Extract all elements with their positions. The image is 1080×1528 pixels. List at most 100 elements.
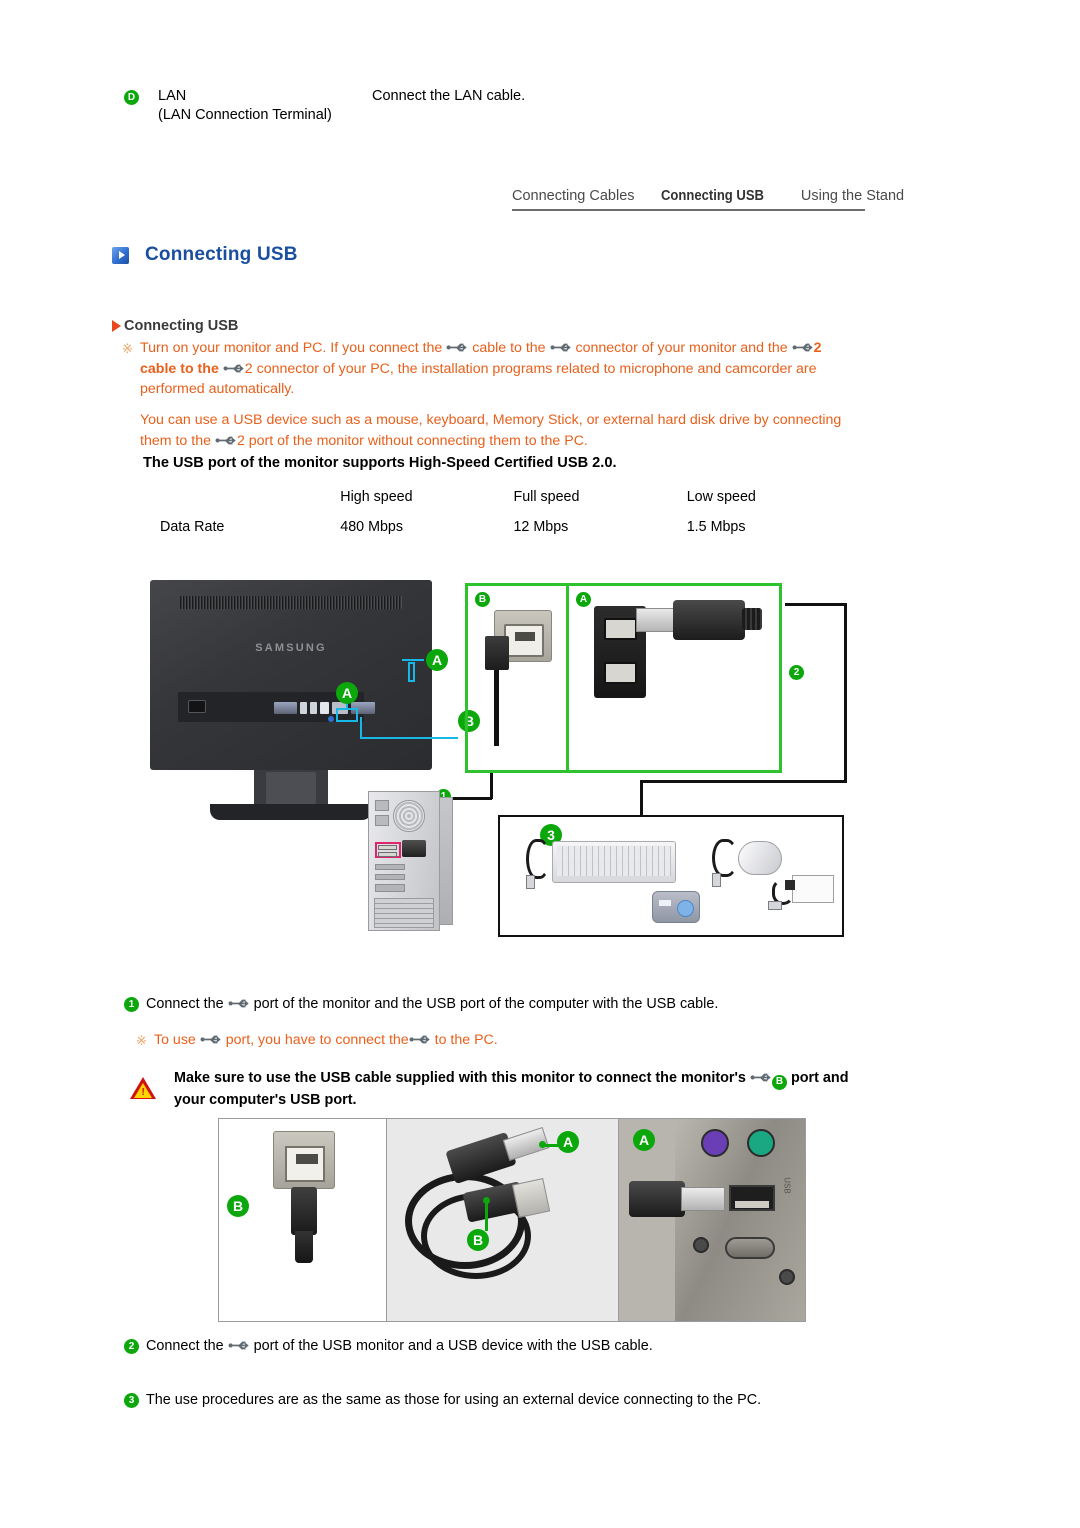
note1-part-b: cable to the (472, 340, 546, 356)
external-hard-drive-illustration (785, 875, 834, 903)
photo2-badge-b: B (467, 1229, 489, 1251)
keyboard-usb-plug (526, 875, 535, 889)
photo3-ps2-keyboard-port (701, 1129, 729, 1157)
tab-connecting-cables[interactable]: Connecting Cables (512, 188, 635, 204)
photo3-badge-a: A (633, 1129, 655, 1151)
photo1-badge-b: B (227, 1195, 249, 1217)
mouse-cable (712, 839, 738, 877)
photo3-serial-port (725, 1237, 775, 1259)
usb-trident-icon (750, 1071, 772, 1084)
usb-connection-diagram: SAMSUNG A A B B A 1 2 3 (140, 565, 860, 965)
warning-block: ! Make sure to use the USB cable supplie… (130, 1068, 870, 1111)
wire-a-right (785, 603, 847, 606)
badge-step-2: 2 (789, 665, 804, 680)
table-header-blank (160, 482, 340, 512)
lan-subtitle: (LAN Connection Terminal) (158, 107, 332, 123)
camera-illustration (652, 891, 700, 923)
table-cell-low-speed: 1.5 Mbps (686, 519, 746, 535)
photo1-usb-b-plug (291, 1187, 317, 1235)
tower-case (368, 791, 440, 931)
external-drive-usb-plug (768, 901, 782, 910)
callout-line-b-vertical (360, 717, 362, 739)
usb-b-cord (494, 670, 499, 746)
note-to-use-port: ※ To use port, you have to connect the t… (136, 1032, 876, 1048)
usb-trident-icon (409, 1033, 431, 1046)
tower-psu-socket-1 (375, 800, 389, 811)
usb-connector-detail-panel: B A (465, 583, 782, 773)
panel-divider (566, 586, 569, 770)
step-2-badge: 2 (124, 1339, 139, 1354)
monitor-power-socket (188, 700, 206, 713)
photo-pc-rear-panel: USB A (619, 1119, 805, 1321)
usb-trident-icon (550, 341, 572, 354)
wire-b-down (490, 773, 493, 799)
lan-badge-d: D (124, 90, 139, 105)
keyboard-illustration (552, 841, 676, 883)
usb-trident-icon (446, 341, 468, 354)
step-2-part-b: port of the USB monitor and a USB device… (253, 1338, 653, 1354)
warning-text: Make sure to use the USB cable supplied … (174, 1068, 870, 1111)
tab-using-the-stand[interactable]: Using the Stand (801, 188, 904, 204)
photo3-audio-jack (693, 1237, 709, 1253)
monitor-rear-illustration: SAMSUNG (150, 580, 432, 820)
panel-badge-a: A (576, 592, 591, 607)
wire-to-periph (640, 780, 643, 818)
photo2-plug-b-metal (511, 1178, 551, 1218)
monitor-side-usb-highlight (408, 662, 415, 682)
monitor-vent (180, 596, 402, 609)
photo1-usb-b-receptacle (273, 1131, 335, 1189)
table-header-low-speed: Low speed (686, 489, 756, 505)
monitor-stand-pad (266, 772, 316, 804)
monitor-port-row (274, 702, 375, 714)
camera-lens (677, 900, 694, 917)
photo3-usb-plug-metal (681, 1187, 725, 1211)
monitor-brand-logo: SAMSUNG (255, 642, 327, 654)
photo3-usb-plug-body (629, 1181, 685, 1217)
page-title: Connecting USB (112, 244, 298, 266)
monitor-body: SAMSUNG (150, 580, 432, 770)
usb-trident-icon (215, 434, 237, 447)
callout-line-b-horizontal (360, 737, 458, 739)
callout-line-side-a (402, 659, 424, 661)
tower-io-port-c (375, 884, 405, 892)
table-cell-label: Data Rate (160, 519, 225, 535)
note3-part-c: to the PC. (434, 1032, 498, 1048)
note-star-icon: ※ (122, 341, 133, 356)
photo3-usb-port (729, 1185, 775, 1211)
step-2-text: 2 Connect the port of the USB monitor an… (124, 1338, 884, 1354)
step-1-badge: 1 (124, 997, 139, 1012)
usb-trident-icon (228, 1339, 250, 1352)
monitor-usb-b-port (320, 702, 329, 714)
usb-a-plug-strain-relief (742, 608, 762, 630)
note-star-icon: ※ (136, 1033, 147, 1048)
tower-side-panel (439, 797, 453, 925)
usb-trident-icon (792, 341, 814, 354)
tower-psu-fan (393, 800, 425, 832)
usb-a-slot-2 (604, 662, 637, 684)
badge-a-port: A (336, 682, 358, 704)
photo3-audio-jack-2 (779, 1269, 795, 1285)
note-usb-device-use: You can use a USB device such as a mouse… (140, 410, 852, 451)
usb-trident-icon (200, 1033, 222, 1046)
note2-part-b: 2 port of the monitor without connecting… (236, 432, 588, 449)
tab-connecting-usb[interactable]: Connecting USB (661, 188, 764, 204)
usb-spec-line: The USB port of the monitor supports Hig… (143, 455, 617, 471)
monitor-vga-port (274, 702, 297, 714)
table-cell-high-speed: 480 Mbps (340, 519, 404, 535)
photo2-badge-a: A (557, 1131, 579, 1153)
photo3-usb-label: USB (782, 1177, 792, 1194)
table-header-full-speed: Full speed (513, 489, 580, 505)
tab-underline (512, 209, 865, 211)
monitor-indicator-dot (328, 716, 334, 722)
tower-usb-slot-2 (378, 852, 397, 857)
note1-part-c: connector of your monitor and the (575, 340, 788, 356)
photo3-io-shield (675, 1119, 805, 1321)
wire-a-down (844, 603, 847, 783)
camera-viewfinder (659, 900, 671, 906)
pc-tower-illustration (368, 791, 454, 931)
wire-a-left (640, 780, 847, 783)
lan-name: LAN (158, 88, 187, 104)
tab-strip: Connecting Cables Connecting USB Using t… (512, 188, 904, 211)
note-turn-on-monitor: ※ Turn on your monitor and PC. If you co… (122, 338, 852, 400)
warning-part-a: Make sure to use the USB cable supplied … (174, 1070, 746, 1086)
